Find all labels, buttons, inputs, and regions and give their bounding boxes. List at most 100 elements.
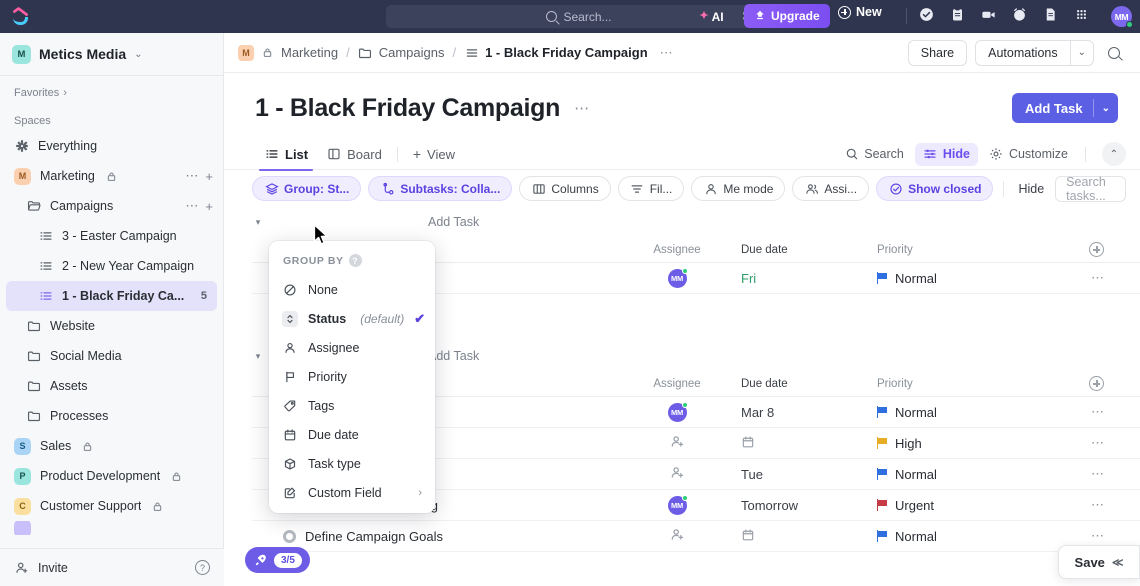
view-hide-button[interactable]: Hide bbox=[914, 142, 978, 166]
page-more-options-icon[interactable]: ⋯ bbox=[574, 99, 589, 117]
dropdown-item-due-date[interactable]: Due date bbox=[269, 420, 435, 449]
priority-cell[interactable]: Normal bbox=[877, 271, 1027, 286]
breadcrumb-more-icon[interactable]: ⋯ bbox=[660, 45, 673, 61]
clickup-logo-icon[interactable] bbox=[11, 6, 31, 27]
priority-cell[interactable]: Normal bbox=[877, 405, 1027, 420]
chevron-down-icon[interactable]: ▾ bbox=[252, 351, 264, 362]
chevron-down-icon[interactable]: ▾ bbox=[252, 217, 264, 228]
collapse-chevron-icon[interactable]: ≪ bbox=[1112, 556, 1124, 569]
collapse-toolbar-button[interactable]: ⌃ bbox=[1102, 142, 1126, 166]
share-button[interactable]: Share bbox=[907, 39, 968, 66]
sidebar-item-social-media[interactable]: Social Media bbox=[0, 341, 223, 371]
sidebar-item-marketing[interactable]: M Marketing ⋯ + bbox=[0, 161, 223, 191]
row-more-options-icon[interactable]: ⋯ bbox=[1027, 466, 1140, 482]
sidebar-item-campaigns[interactable]: Campaigns ⋯ + bbox=[0, 191, 223, 221]
chip-columns[interactable]: Columns bbox=[519, 176, 611, 201]
add-task-button[interactable]: Add Task ⌄ bbox=[1012, 93, 1118, 123]
sidebar-item-easter-campaign[interactable]: 3 - Easter Campaign bbox=[0, 221, 223, 251]
priority-cell[interactable]: High bbox=[877, 436, 1027, 451]
new-button[interactable]: New bbox=[838, 5, 882, 19]
assignee-cell[interactable] bbox=[617, 527, 737, 545]
row-more-options-icon[interactable]: ⋯ bbox=[1027, 497, 1140, 513]
favorites-section-header[interactable]: Favorites › bbox=[0, 76, 223, 103]
due-date-cell[interactable] bbox=[737, 528, 877, 545]
save-view-popup[interactable]: Save ≪ bbox=[1058, 545, 1140, 579]
due-date-cell[interactable]: Tue bbox=[737, 467, 877, 482]
chevron-down-icon[interactable]: ⌄ bbox=[1094, 103, 1118, 114]
sidebar-item-assets[interactable]: Assets bbox=[0, 371, 223, 401]
sidebar-item-processes[interactable]: Processes bbox=[0, 401, 223, 431]
sidebar-item-sales[interactable]: S Sales bbox=[0, 431, 223, 461]
dropdown-item-custom-field[interactable]: Custom Field › bbox=[269, 478, 435, 507]
column-header-priority[interactable]: Priority bbox=[877, 378, 1027, 390]
group-add-task-label[interactable]: Add Task bbox=[428, 215, 479, 229]
task-name-cell[interactable]: Define Campaign Goals bbox=[252, 529, 617, 544]
row-more-options-icon[interactable]: ⋯ bbox=[1027, 528, 1140, 544]
assignee-cell[interactable] bbox=[617, 434, 737, 452]
avatar[interactable]: MM bbox=[667, 494, 688, 515]
assignee-cell[interactable] bbox=[617, 465, 737, 483]
chip-group-by[interactable]: Group: St... bbox=[252, 176, 362, 201]
add-icon[interactable]: + bbox=[205, 199, 213, 214]
clipboard-icon[interactable] bbox=[949, 6, 966, 23]
priority-cell[interactable]: Normal bbox=[877, 529, 1027, 544]
sidebar-item-black-friday-campaign[interactable]: 1 - Black Friday Ca... 5 bbox=[6, 281, 217, 311]
sidebar-item-partial[interactable] bbox=[0, 521, 223, 535]
chip-me-mode[interactable]: Me mode bbox=[691, 176, 786, 201]
table-row[interactable]: Define Campaign Goals Normal ⋯ bbox=[252, 521, 1140, 552]
add-view-button[interactable]: + View bbox=[404, 139, 464, 170]
more-options-icon[interactable]: ⋯ bbox=[185, 168, 198, 184]
tab-board[interactable]: Board bbox=[317, 139, 391, 170]
column-header-due-date[interactable]: Due date bbox=[737, 244, 877, 256]
row-more-options-icon[interactable]: ⋯ bbox=[1027, 404, 1140, 420]
apps-grid-icon[interactable] bbox=[1073, 6, 1090, 23]
breadcrumb-space[interactable]: Marketing bbox=[281, 45, 338, 60]
chip-subtasks[interactable]: Subtasks: Colla... bbox=[368, 176, 513, 201]
add-assignee-icon[interactable] bbox=[670, 434, 685, 452]
due-date-cell[interactable]: Tomorrow bbox=[737, 498, 877, 513]
sidebar-item-everything[interactable]: Everything bbox=[0, 131, 223, 161]
dropdown-item-status[interactable]: Status (default) ✔ bbox=[269, 304, 435, 333]
due-date-cell[interactable]: Mar 8 bbox=[737, 405, 877, 420]
breadcrumb-list[interactable]: 1 - Black Friday Campaign bbox=[485, 45, 648, 60]
priority-cell[interactable]: Normal bbox=[877, 467, 1027, 482]
automations-dropdown-toggle[interactable]: ⌄ bbox=[1069, 39, 1094, 66]
due-date-cell[interactable]: Fri bbox=[737, 271, 877, 286]
sidebar-item-website[interactable]: Website bbox=[0, 311, 223, 341]
group-header[interactable]: ▾ Add Task bbox=[252, 207, 1140, 237]
dropdown-item-assignee[interactable]: Assignee bbox=[269, 333, 435, 362]
column-header-due-date[interactable]: Due date bbox=[737, 378, 877, 390]
assignee-cell[interactable]: MM bbox=[617, 267, 737, 288]
add-column-button[interactable] bbox=[1027, 376, 1140, 391]
onboarding-progress-pill[interactable]: 3/5 bbox=[245, 547, 310, 573]
chip-filter[interactable]: Fil... bbox=[617, 176, 685, 201]
tab-list[interactable]: List bbox=[255, 139, 317, 171]
upgrade-button[interactable]: Upgrade bbox=[744, 4, 830, 28]
help-icon[interactable]: ? bbox=[195, 560, 210, 575]
column-header-priority[interactable]: Priority bbox=[877, 244, 1027, 256]
dropdown-item-priority[interactable]: Priority bbox=[269, 362, 435, 391]
chip-show-closed[interactable]: Show closed bbox=[876, 176, 994, 201]
assignee-cell[interactable]: MM bbox=[617, 494, 737, 515]
dropdown-item-none[interactable]: None bbox=[269, 275, 435, 304]
status-dot-icon[interactable] bbox=[283, 529, 296, 543]
document-icon[interactable] bbox=[1042, 6, 1059, 23]
avatar[interactable]: MM bbox=[667, 401, 688, 422]
add-column-button[interactable] bbox=[1027, 242, 1140, 257]
chip-assignees[interactable]: Assi... bbox=[792, 176, 870, 201]
user-avatar[interactable]: MM bbox=[1111, 6, 1133, 28]
sidebar-item-customer-support[interactable]: C Customer Support bbox=[0, 491, 223, 521]
more-options-icon[interactable]: ⋯ bbox=[185, 198, 198, 214]
add-assignee-icon[interactable] bbox=[670, 527, 685, 545]
due-date-cell[interactable] bbox=[737, 435, 877, 452]
dropdown-item-task-type[interactable]: Task type bbox=[269, 449, 435, 478]
priority-cell[interactable]: Urgent bbox=[877, 498, 1027, 513]
ai-button[interactable]: ✦ AI bbox=[690, 5, 733, 28]
row-more-options-icon[interactable]: ⋯ bbox=[1027, 435, 1140, 451]
hide-filters-button[interactable]: Hide bbox=[1014, 182, 1048, 196]
column-header-assignee[interactable]: Assignee bbox=[617, 244, 737, 256]
breadcrumb-folder[interactable]: Campaigns bbox=[379, 45, 445, 60]
check-circle-icon[interactable] bbox=[918, 6, 935, 23]
automations-button[interactable]: Automations bbox=[975, 39, 1070, 66]
add-assignee-icon[interactable] bbox=[670, 465, 685, 483]
